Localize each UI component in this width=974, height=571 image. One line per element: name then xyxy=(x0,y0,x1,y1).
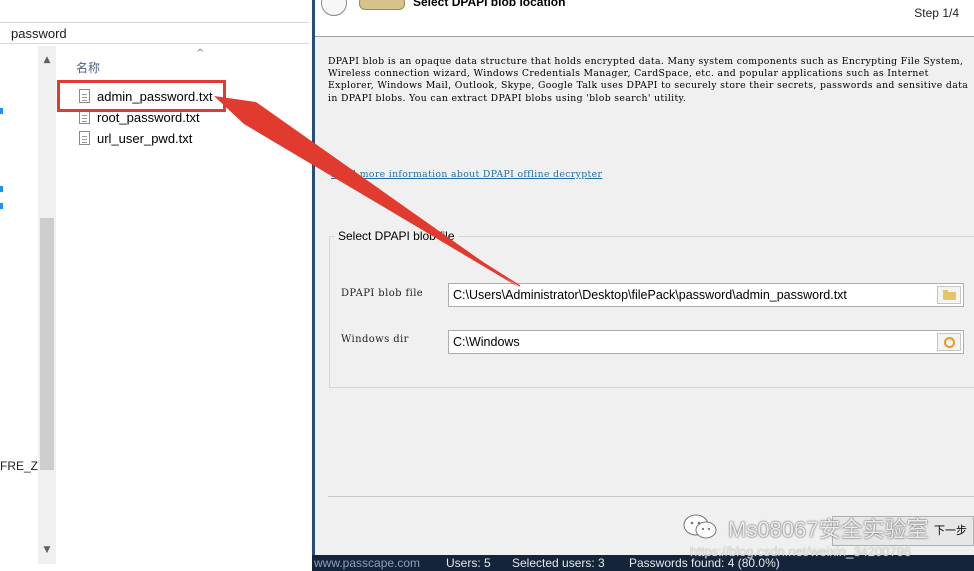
annotation-arrow-shape xyxy=(214,96,521,288)
annotation-arrow xyxy=(214,96,521,288)
